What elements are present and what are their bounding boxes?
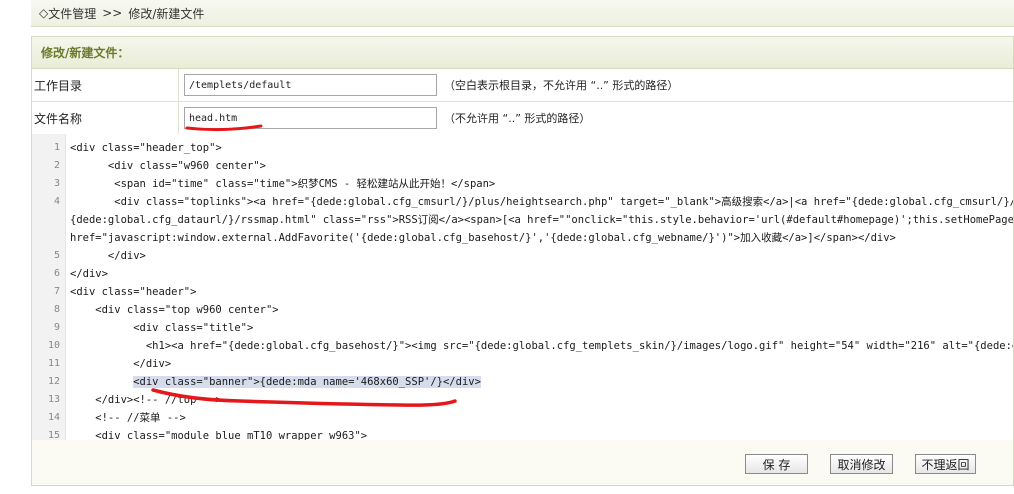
line-number: 1	[53, 142, 60, 153]
code-line: href="javascript:window.external.AddFavo…	[70, 232, 896, 244]
filename-input[interactable]	[184, 107, 437, 129]
panel-header: 修改/新建文件：	[32, 37, 1013, 69]
line-number: 11	[47, 358, 60, 369]
selected-code: <div class="banner">{dede:mda name='468x…	[133, 376, 481, 388]
dir-row: 工作目录 （空白表示根目录，不允许用 “..” 形式的路径）	[32, 69, 1013, 102]
line-number: 15	[47, 430, 60, 441]
line-number: 5	[53, 250, 60, 261]
panel-title: 修改/新建文件：	[41, 46, 130, 60]
dir-input[interactable]	[184, 74, 437, 96]
code-line: <div class="w960 center">	[70, 160, 266, 172]
line-number	[32, 229, 60, 247]
filename-label: 文件名称	[32, 102, 179, 134]
dir-hint: （空白表示根目录，不允许用 “..” 形式的路径）	[444, 79, 679, 92]
line-number	[32, 211, 60, 229]
line-number: 6	[53, 268, 60, 279]
code-editor[interactable]: 1 <div class="header_top"> 2 <div class="w…	[32, 134, 1013, 441]
back-button[interactable]: 不理返回	[915, 454, 976, 474]
code-line: </div>	[70, 268, 108, 280]
code-line: <span id="time" class="time">织梦CMS - 轻松建…	[70, 178, 496, 190]
line-number: 8	[53, 304, 60, 315]
code-line: {dede:global.cfg_dataurl/}/rssmap.html" …	[70, 214, 1013, 226]
code-line: </div>	[70, 358, 172, 370]
breadcrumb-root[interactable]: 文件管理	[48, 5, 96, 22]
code-line: </div>	[70, 250, 146, 262]
code-line: <div class="toplinks"><a href="{dede:glo…	[114, 196, 1013, 208]
line-number: 7	[53, 286, 60, 297]
breadcrumb-separator: >>	[102, 6, 123, 20]
form-footer: 保 存 取消修改 不理返回	[32, 440, 1013, 485]
save-button[interactable]: 保 存	[745, 454, 808, 474]
code-line: <div class="module blue mT10 wrapper w96…	[70, 430, 368, 441]
breadcrumb-prefix-icon: ◇	[39, 6, 49, 20]
dir-label: 工作目录	[32, 69, 179, 101]
breadcrumb: ◇ 文件管理 >> 修改/新建文件	[31, 0, 1014, 27]
code-line: <div class="banner">{dede:mda name='468x…	[70, 373, 481, 391]
code-line: <div class="title">	[70, 322, 254, 334]
code-line: <h1><a href="{dede:global.cfg_basehost/}…	[145, 340, 1013, 352]
line-number: 13	[47, 394, 60, 405]
code-line: <!-- //菜单 -->	[70, 412, 186, 424]
code-line: </div><!-- //top -->	[70, 394, 222, 406]
line-number: 14	[47, 412, 60, 423]
filename-row: 文件名称 （不允许用 “..” 形式的路径）	[32, 102, 1013, 135]
line-number: 3	[53, 178, 60, 189]
code-line: <div class="top w960 center">	[70, 304, 279, 316]
line-number: 2	[53, 160, 60, 171]
line-number: 12	[47, 376, 60, 387]
line-number: 4	[53, 196, 60, 207]
cancel-edit-button[interactable]: 取消修改	[830, 454, 893, 474]
edit-file-panel: 修改/新建文件： 工作目录 （空白表示根目录，不允许用 “..” 形式的路径） …	[31, 36, 1014, 486]
breadcrumb-current: 修改/新建文件	[128, 6, 205, 21]
line-number: 10	[47, 340, 60, 351]
filename-hint: （不允许用 “..” 形式的路径）	[444, 112, 591, 125]
code-line: <div class="header">	[70, 286, 197, 298]
code-line: <div class="header_top">	[70, 142, 222, 154]
line-number: 9	[53, 322, 60, 333]
